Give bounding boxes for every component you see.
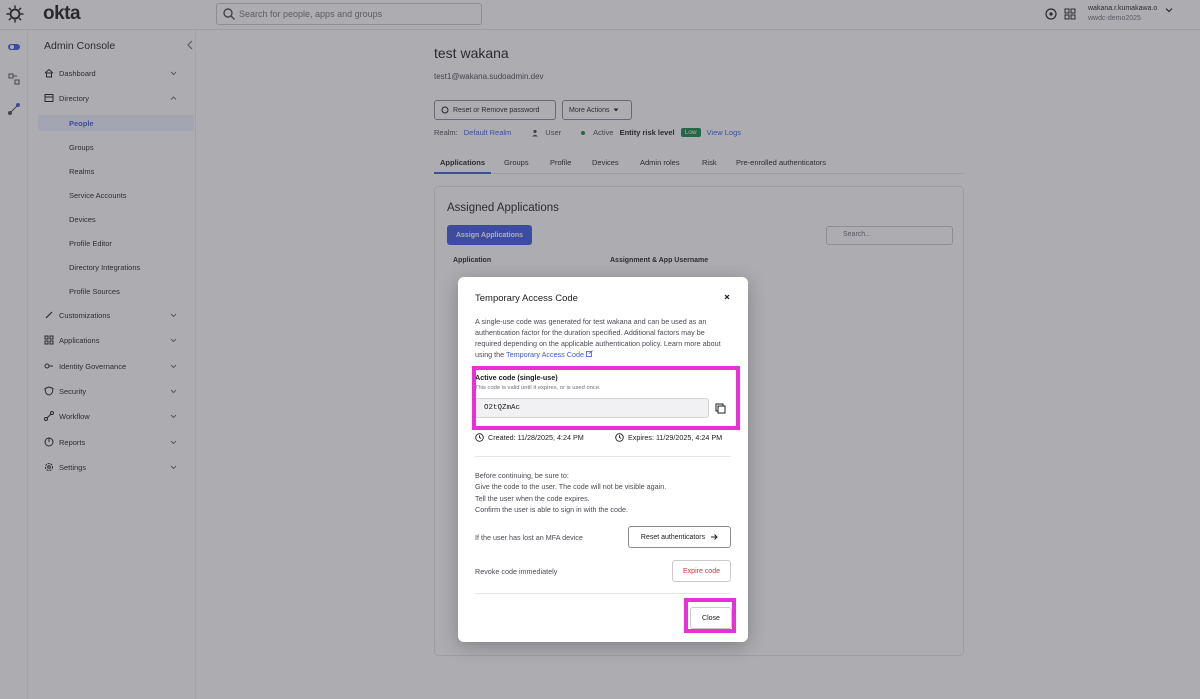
created-text: Created: 11/28/2025, 4:24 PM xyxy=(488,433,584,442)
revoke-label: Revoke code immediately xyxy=(475,567,558,576)
reset-authenticators-label: Reset authenticators xyxy=(640,533,706,541)
checklist-item: Tell the user when the code expires. xyxy=(475,493,590,503)
checklist-intro: Before continuing, be sure to: xyxy=(475,471,569,480)
highlight-annotation xyxy=(472,366,740,430)
checklist-item: Give the code to the user. The code will… xyxy=(475,482,667,492)
highlight-annotation xyxy=(684,598,736,633)
tac-learn-more-link[interactable]: Temporary Access Code xyxy=(506,350,584,359)
clock-icon xyxy=(615,433,624,442)
divider xyxy=(475,456,731,457)
checklist: Before continuing, be sure to: Give the … xyxy=(475,470,666,515)
close-icon[interactable] xyxy=(722,292,732,302)
expire-code-button[interactable]: Expire code xyxy=(672,560,731,582)
arrow-right-icon xyxy=(711,534,718,540)
expires-time: Expires: 11/29/2025, 4:24 PM xyxy=(615,433,722,442)
divider xyxy=(475,593,731,594)
expires-text: Expires: 11/29/2025, 4:24 PM xyxy=(628,433,723,442)
temporary-access-code-dialog: Temporary Access Code A single-use code … xyxy=(458,277,748,642)
lost-device-label: If the user has lost an MFA device xyxy=(475,533,583,542)
reset-authenticators-button[interactable]: Reset authenticators xyxy=(628,526,731,548)
external-link-icon xyxy=(586,350,593,357)
dialog-description: A single-use code was generated for test… xyxy=(475,316,733,360)
clock-icon xyxy=(475,433,484,442)
dialog-title: Temporary Access Code xyxy=(475,293,578,304)
checklist-item: Confirm the user is able to sign in with… xyxy=(475,504,629,514)
created-time: Created: 11/28/2025, 4:24 PM xyxy=(475,433,584,442)
